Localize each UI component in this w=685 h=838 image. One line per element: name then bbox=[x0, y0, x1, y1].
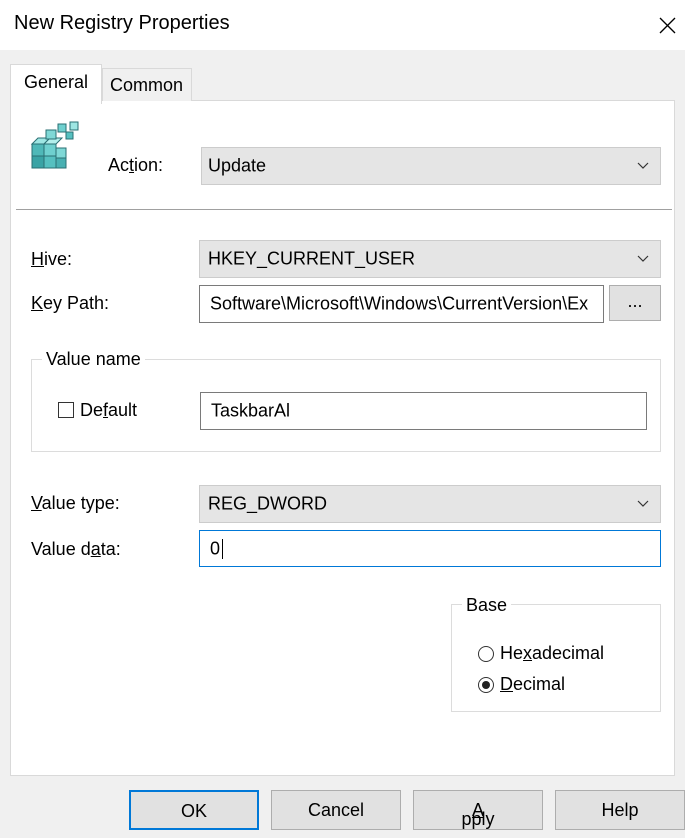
value-name-group-title: Value name bbox=[42, 349, 145, 370]
default-checkbox-label: Default bbox=[80, 400, 138, 420]
value-data-label: Value data: bbox=[31, 539, 121, 559]
action-value: Update bbox=[208, 155, 267, 176]
value-data-input[interactable]: 0 bbox=[199, 530, 661, 567]
key-path-input[interactable]: Software\Microsoft\Windows\CurrentVersio… bbox=[199, 285, 604, 323]
window-title: New Registry Properties bbox=[14, 12, 230, 34]
hexadecimal-radio[interactable] bbox=[478, 646, 494, 662]
key-path-label: Key Path: bbox=[31, 293, 110, 313]
chevron-down-icon bbox=[637, 255, 649, 262]
key-path-value: Software\Microsoft\Windows\CurrentVersio… bbox=[210, 293, 589, 314]
apply-button[interactable]: Apply bbox=[413, 790, 543, 830]
value-type-value: REG_DWORD bbox=[208, 493, 328, 514]
value-name-value: TaskbarAl bbox=[211, 400, 291, 421]
hexadecimal-radio-label: Hexadecimal bbox=[500, 643, 605, 663]
text-caret bbox=[222, 539, 223, 559]
chevron-down-icon bbox=[637, 162, 649, 169]
action-label: Action: bbox=[108, 155, 164, 175]
default-checkbox[interactable] bbox=[58, 402, 74, 418]
help-button-label: Help bbox=[601, 800, 639, 820]
value-type-label: Value type: bbox=[31, 493, 120, 513]
ok-button[interactable]: OK bbox=[129, 790, 259, 830]
cancel-button-label: Cancel bbox=[307, 800, 365, 820]
tab-common[interactable]: Common bbox=[102, 68, 192, 101]
cancel-button[interactable]: Cancel bbox=[271, 790, 401, 830]
base-group-title: Base bbox=[462, 595, 512, 616]
apply-button-label: Apply bbox=[461, 800, 495, 829]
tab-general-label: General bbox=[24, 72, 89, 92]
browse-button-label: ... bbox=[627, 291, 643, 311]
hive-label: Hive: bbox=[31, 249, 73, 269]
tab-general[interactable]: General bbox=[10, 64, 102, 104]
value-name-input[interactable]: TaskbarAl bbox=[200, 392, 647, 430]
help-button[interactable]: Help bbox=[555, 790, 685, 830]
ok-button-label: OK bbox=[180, 801, 207, 821]
chevron-down-icon bbox=[637, 500, 649, 507]
section-divider bbox=[16, 209, 672, 210]
decimal-radio[interactable] bbox=[478, 677, 494, 693]
decimal-radio-label: Decimal bbox=[500, 674, 566, 694]
registry-icon bbox=[28, 118, 88, 176]
hive-dropdown[interactable]: HKEY_CURRENT_USER bbox=[199, 240, 661, 278]
value-type-dropdown[interactable]: REG_DWORD bbox=[199, 485, 661, 523]
value-data-value: 0 bbox=[210, 538, 221, 558]
hive-value: HKEY_CURRENT_USER bbox=[208, 248, 416, 269]
browse-button[interactable]: ... bbox=[609, 285, 661, 321]
close-icon[interactable] bbox=[651, 10, 681, 40]
action-dropdown[interactable]: Update bbox=[201, 147, 661, 185]
tab-common-label: Common bbox=[110, 75, 184, 95]
